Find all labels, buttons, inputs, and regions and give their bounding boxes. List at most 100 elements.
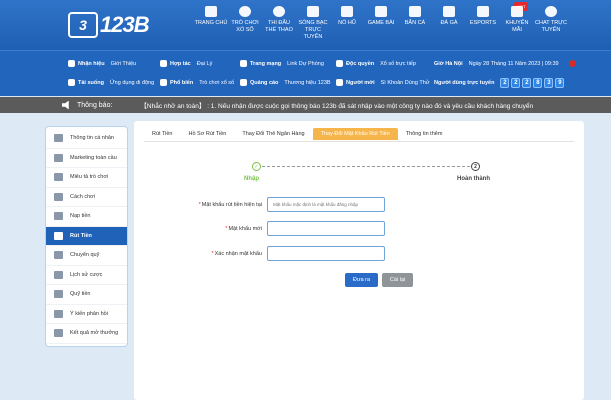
info-link[interactable]: Phổ biến Trò chơi xổ số [160, 76, 234, 89]
sidebar-item-profile[interactable]: Thông tin cá nhân [46, 129, 127, 149]
notice-bar: Thông báo: 【Nhắc nhở an toàn】 : 1. Nếu n… [0, 97, 611, 113]
nav-label: SÒNG BẠC [298, 20, 328, 26]
sidebar-item-withdraw[interactable]: Rút Tiền [46, 226, 127, 246]
info-extra: Trò chơi xổ số [199, 79, 235, 86]
gamepad-icon [54, 173, 63, 182]
sidebar-item-label: Miêu tả trò chơi [70, 174, 109, 181]
online-users-label: Người dùng trực tuyến [434, 79, 495, 86]
top-header: 3 123B TRANG CHỦ TRÒ CHƠI XỔ SỐ THI ĐẤU … [0, 0, 611, 50]
casino-icon [307, 6, 319, 17]
vietnam-flag-icon[interactable] [568, 60, 576, 67]
info-link[interactable]: Người mới Sì Khoản Dùng Thử [336, 76, 429, 89]
nav-fish[interactable]: BẮN CÁ [398, 6, 432, 41]
tab-withdraw-history[interactable]: Hồ Sơ Rút Tiền [180, 128, 234, 140]
nav-lottery[interactable]: TRÒ CHƠI XỔ SỐ [228, 6, 262, 41]
info-link[interactable]: Độc quyền Xổ số trực tiếp [336, 57, 429, 70]
new-user-icon [336, 79, 343, 86]
nav-label: TRÒ CHƠI [231, 20, 259, 26]
cock-icon [443, 6, 455, 17]
nav-label: THI ĐẤU [268, 20, 290, 26]
result-icon [54, 329, 63, 338]
nav-chat[interactable]: CHAT TRỰC TUYẾN [534, 6, 568, 41]
time-label: Giờ Hà Nội [434, 60, 463, 67]
notice-text[interactable]: 【Nhắc nhở an toàn】 : 1. Nếu nhận được cu… [140, 100, 533, 110]
gift-icon [511, 6, 523, 17]
info-main: Độc quyền [346, 60, 375, 67]
sidebar-item-label: Chuyển quỹ [70, 252, 100, 259]
step-2-marker: 2 [471, 162, 480, 171]
counter-digit: 8 [533, 77, 543, 88]
esports-icon [477, 6, 489, 17]
nav-sublabel: TUYẾN [541, 27, 561, 33]
online-users-row: Người dùng trực tuyến 2 2 2 8 3 9 [434, 76, 576, 89]
info-col-3: Trang mạng Link Dự Phòng Quảng cáo Thươn… [240, 57, 331, 95]
tab-change-bank-card[interactable]: Thay Đổi Thẻ Ngân Hàng [234, 128, 312, 140]
nav-sport[interactable]: THI ĐẤU THỂ THAO [262, 6, 296, 41]
new-password-input[interactable] [267, 221, 385, 236]
main-nav: TRANG CHỦ TRÒ CHƠI XỔ SỐ THI ĐẤU THỂ THA… [194, 2, 568, 41]
sidebar-item-game-desc[interactable]: Miêu tả trò chơi [46, 168, 127, 188]
sidebar-item-transfer[interactable]: Chuyển quỹ [46, 246, 127, 266]
tab-withdraw[interactable]: Rút Tiền [144, 128, 180, 140]
tab-change-withdraw-password[interactable]: Thay Đổi Mật Khẩu Rút Tiền [312, 128, 398, 140]
sidebar-item-deposit[interactable]: Nạp tiền [46, 207, 127, 227]
sidebar-item-fund[interactable]: Quỹ tiền [46, 285, 127, 305]
fish-icon [409, 6, 421, 17]
info-link[interactable]: Hợp tác Đại Lý [160, 57, 234, 70]
site-logo[interactable]: 3 123B [68, 10, 150, 40]
confirm-password-input[interactable] [267, 246, 385, 261]
nav-sublabel: XỔ SỐ [236, 27, 254, 33]
counter-digit: 2 [522, 77, 532, 88]
nav-casino[interactable]: SÒNG BẠC TRỰC TUYẾN [296, 6, 330, 41]
nav-label: TRANG CHỦ [194, 20, 228, 26]
info-col-5: Giờ Hà Nội Ngày 28 Tháng 11 Năm 2023 | 0… [434, 57, 576, 95]
tab-divider [144, 141, 574, 142]
info-link[interactable]: Nhận hiệu Giới Thiệu [68, 57, 154, 70]
info-link[interactable]: Trang mạng Link Dự Phòng [240, 57, 331, 70]
step-done-check-icon: ✓ [252, 162, 261, 171]
label-text: Mật khẩu rút tiền hiện tại [201, 201, 262, 208]
info-col-1: Nhận hiệu Giới Thiệu Tải xuống Ứng dụng … [68, 57, 154, 95]
sidebar-item-how-to-play[interactable]: Cách chơi [46, 188, 127, 207]
step-2-label: Hoàn thành [457, 176, 490, 182]
nav-promo[interactable]: HOT KHUYẾN MÃI [500, 2, 534, 41]
withdraw-icon [54, 231, 63, 240]
sidebar-item-label: Kết quả mở thưởng [70, 330, 119, 337]
info-link[interactable]: Quảng cáo Thương hiệu 123B [240, 76, 331, 89]
new-password-row: *Mật khẩu mới [134, 221, 385, 236]
sidebar-item-results[interactable]: Kết quả mở thưởng [46, 324, 127, 344]
nav-cards[interactable]: GAME BÀI [364, 6, 398, 41]
info-extra: Link Dự Phòng [287, 60, 324, 67]
info-link[interactable]: Tải xuống Ứng dụng di động [68, 76, 154, 89]
reset-button[interactable]: Cài lại [382, 273, 413, 287]
popular-icon [160, 79, 167, 86]
sidebar-item-bet-history[interactable]: Lịch sử cược [46, 266, 127, 285]
sidebar-item-label: Quỹ tiền [70, 291, 91, 298]
nav-label: ESPORTS [469, 20, 497, 26]
transfer-icon [54, 251, 63, 260]
account-sidebar: Thông tin cá nhân Marketing toàn cầu Miê… [45, 126, 128, 347]
fund-icon [54, 290, 63, 299]
profile-icon [54, 134, 63, 143]
diamond-icon [54, 153, 63, 162]
online-users-counter: 2 2 2 8 3 9 [500, 77, 565, 88]
info-main: Trang mạng [250, 60, 282, 67]
sidebar-item-label: Rút Tiền [70, 232, 92, 239]
nav-cock[interactable]: ĐÁ GÀ [432, 6, 466, 41]
sidebar-item-marketing[interactable]: Marketing toàn cầu [46, 149, 127, 168]
nav-home[interactable]: TRANG CHỦ [194, 6, 228, 41]
current-password-input[interactable] [267, 197, 385, 212]
info-extra: Sì Khoản Dùng Thử [380, 79, 430, 86]
sidebar-item-feedback[interactable]: Ý kiến phản hồi [46, 305, 127, 324]
nav-slot[interactable]: NỔ HŨ [330, 6, 364, 41]
current-password-label: *Mật khẩu rút tiền hiện tại [198, 201, 262, 208]
submit-button[interactable]: Đưa ra [345, 273, 378, 287]
info-col-4: Độc quyền Xổ số trực tiếp Người mới Sì K… [336, 57, 429, 95]
globe-icon [240, 60, 247, 67]
info-main: Hợp tác [170, 60, 191, 67]
confirm-password-label: *Xác nhận mật khẩu [211, 250, 262, 257]
tab-more-info[interactable]: Thông tin thêm [398, 128, 451, 140]
slot-icon [341, 6, 353, 17]
info-extra: Thương hiệu 123B [284, 79, 331, 86]
nav-esports[interactable]: ESPORTS [466, 6, 500, 41]
